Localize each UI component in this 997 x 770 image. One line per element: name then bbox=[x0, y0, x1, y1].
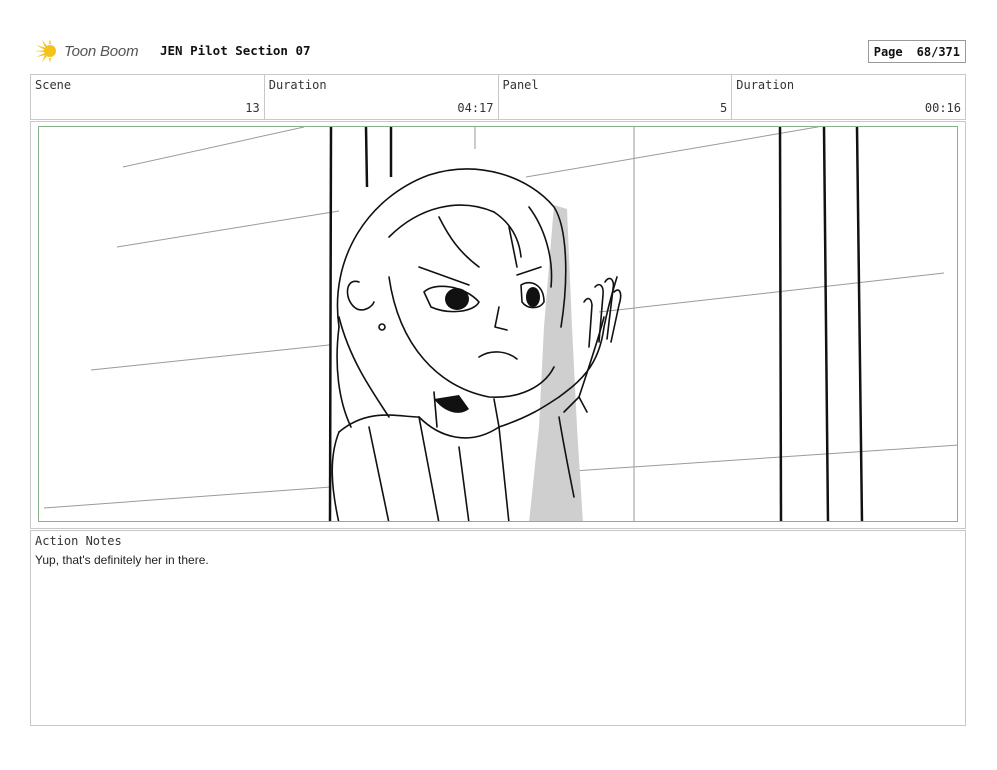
panel-duration-value: 00:16 bbox=[924, 101, 961, 115]
scene-label: Scene bbox=[35, 78, 72, 92]
panel-duration-label: Duration bbox=[736, 78, 795, 92]
panel-value: 5 bbox=[720, 101, 728, 115]
logo-text: Toon Boom bbox=[64, 42, 139, 60]
panel-duration-cell: Duration 00:16 bbox=[732, 75, 965, 119]
panel-cell: Panel 5 bbox=[499, 75, 733, 119]
action-notes-title: Action Notes bbox=[35, 534, 122, 548]
scene-value: 13 bbox=[245, 101, 260, 115]
header: Toon Boom JEN Pilot Section 07 Page 68/3… bbox=[34, 38, 966, 64]
page-label: Page bbox=[873, 44, 903, 59]
action-notes-text: Yup, that's definitely her in there. bbox=[35, 553, 209, 567]
document-title: JEN Pilot Section 07 bbox=[160, 43, 311, 58]
toon-boom-logo: Toon Boom bbox=[34, 38, 139, 64]
scene-duration-value: 04:17 bbox=[457, 101, 494, 115]
scene-cell: Scene 13 bbox=[31, 75, 265, 119]
page-indicator: Page 68/371 bbox=[867, 40, 966, 63]
page-number: 68/371 bbox=[916, 44, 960, 59]
storyboard-panel-drawing bbox=[38, 126, 958, 522]
scene-duration-label: Duration bbox=[268, 78, 327, 92]
logo-sun-icon bbox=[34, 39, 56, 63]
info-row: Scene 13 Duration 04:17 Panel 5 Duration… bbox=[30, 74, 966, 120]
panel-sketch bbox=[43, 127, 957, 521]
action-notes: Action Notes Yup, that's definitely her … bbox=[30, 530, 966, 726]
panel-label: Panel bbox=[502, 78, 539, 92]
scene-duration-cell: Duration 04:17 bbox=[265, 75, 499, 119]
